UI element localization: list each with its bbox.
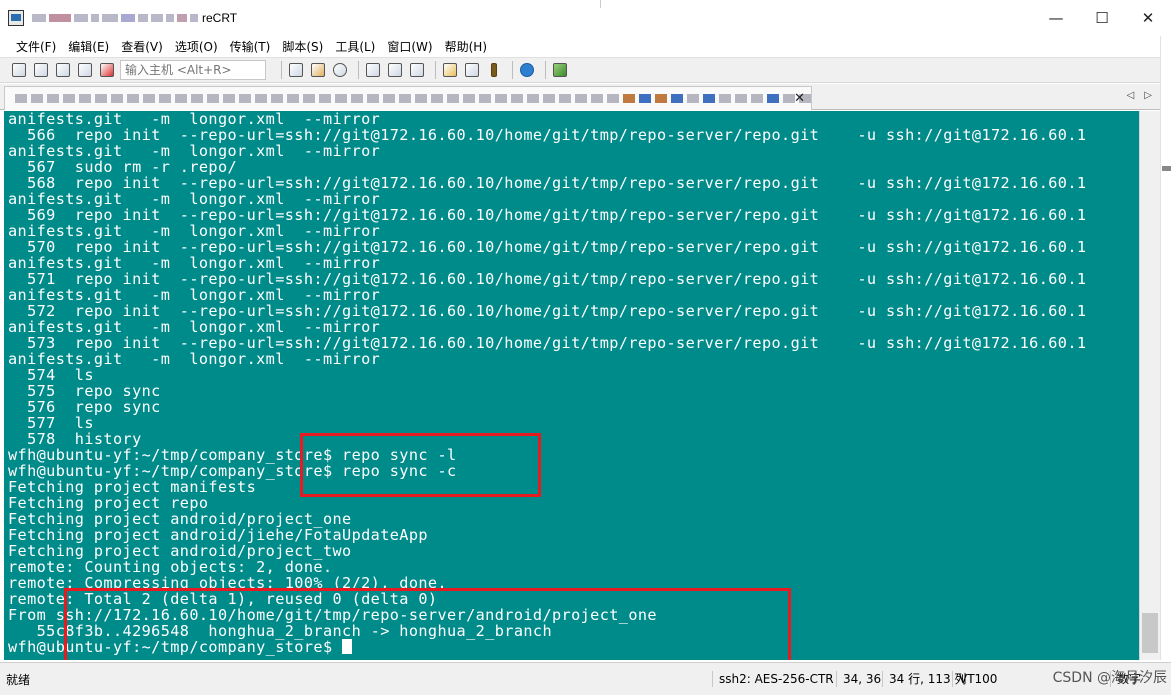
print-setup-icon[interactable]	[386, 61, 404, 79]
terminal-line: 572 repo init --repo-url=ssh://git@172.1…	[8, 302, 1087, 320]
terminal-line: 574 ls	[8, 366, 94, 384]
reconnect-icon[interactable]	[54, 61, 72, 79]
tab-close-icon[interactable]: ✕	[794, 91, 805, 106]
highlight-box-repo-sync	[300, 433, 541, 497]
keymap-icon[interactable]	[485, 61, 503, 79]
help-icon[interactable]	[518, 61, 536, 79]
menu-help[interactable]: 帮助(H)	[439, 38, 493, 55]
terminal-line: Fetching project android/project_two	[8, 542, 352, 560]
session-tab[interactable]: ✕	[4, 86, 812, 110]
toolbar-separator	[281, 61, 282, 79]
paste-icon[interactable]	[309, 61, 327, 79]
terminal-line: remote: Counting objects: 2, done.	[8, 558, 333, 576]
close-button[interactable]: ✕	[1125, 0, 1171, 36]
tab-scroll-arrows: ◁ ▷	[1127, 90, 1152, 101]
status-encryption: ssh2: AES-256-CTR	[712, 671, 834, 687]
status-terminal-type: VT100	[952, 671, 997, 687]
tab-title-redacted	[15, 94, 811, 103]
status-cursor-position: 34, 36	[836, 671, 881, 687]
terminal-line: wfh@ubuntu-yf:~/tmp/company_store$ repo …	[8, 446, 457, 464]
minimize-button[interactable]: —	[1033, 0, 1079, 36]
toolbar-separator	[358, 61, 359, 79]
title-redacted	[32, 14, 198, 22]
background-window-strip	[1160, 36, 1171, 660]
sftp-icon[interactable]	[551, 61, 569, 79]
terminal-scrollbar[interactable]	[1139, 111, 1160, 660]
host-input[interactable]	[120, 60, 266, 80]
window-title: reCRT	[202, 11, 238, 25]
terminal-line: Fetching project android/jiehe/FotaUpdat…	[8, 526, 428, 544]
window-controls: — ☐ ✕	[1033, 0, 1171, 36]
terminal-line: anifests.git -m longor.xml --mirror	[8, 142, 381, 160]
terminal-screen[interactable]: anifests.git -m longor.xml --mirror 566 …	[4, 111, 1139, 660]
terminal-line: 578 history	[8, 430, 142, 448]
session-options-icon[interactable]	[441, 61, 459, 79]
terminal-line: 571 repo init --repo-url=ssh://git@172.1…	[8, 270, 1087, 288]
title-divider	[600, 0, 601, 8]
terminal-line: 570 repo init --repo-url=ssh://git@172.1…	[8, 238, 1087, 256]
menu-edit[interactable]: 编辑(E)	[62, 38, 115, 55]
terminal-line: 567 sudo rm -r .repo/	[8, 158, 238, 176]
terminal-line: 568 repo init --repo-url=ssh://git@172.1…	[8, 174, 1087, 192]
background-window-fragment	[1162, 166, 1171, 171]
terminal-line: 577 ls	[8, 414, 94, 432]
quick-connect-icon[interactable]	[32, 61, 50, 79]
terminal-line: Fetching project android/project_one	[8, 510, 352, 528]
print-icon[interactable]	[364, 61, 382, 79]
status-ready: 就绪	[6, 673, 31, 687]
print-screen-icon[interactable]	[408, 61, 426, 79]
terminal-line: anifests.git -m longor.xml --mirror	[8, 318, 381, 336]
menu-tools[interactable]: 工具(L)	[329, 38, 381, 55]
terminal-line: anifests.git -m longor.xml --mirror	[8, 190, 381, 208]
menu-script[interactable]: 脚本(S)	[276, 38, 329, 55]
toolbar-separator	[512, 61, 513, 79]
terminal-line: 575 repo sync	[8, 382, 161, 400]
status-bar: 就绪 ssh2: AES-256-CTR 34, 36 34 行, 113 列 …	[0, 662, 1171, 695]
title-bar: reCRT — ☐ ✕	[0, 0, 1171, 36]
disconnect-all-icon[interactable]	[98, 61, 116, 79]
terminal-line: anifests.git -m longor.xml --mirror	[8, 254, 381, 272]
securecrt-app-icon[interactable]	[8, 10, 24, 26]
menu-view[interactable]: 查看(V)	[115, 38, 169, 55]
global-options-icon[interactable]	[463, 61, 481, 79]
menu-bar: 文件(F) 编辑(E) 查看(V) 选项(O) 传输(T) 脚本(S) 工具(L…	[0, 36, 1160, 56]
menu-options[interactable]: 选项(O)	[169, 38, 224, 55]
terminal-line: anifests.git -m longor.xml --mirror	[8, 286, 381, 304]
find-icon[interactable]	[331, 61, 349, 79]
terminal-line: anifests.git -m longor.xml --mirror	[8, 111, 381, 128]
menu-file[interactable]: 文件(F)	[10, 38, 62, 55]
menu-transfer[interactable]: 传输(T)	[224, 38, 277, 55]
maximize-button[interactable]: ☐	[1079, 0, 1125, 36]
terminal-line: wfh@ubuntu-yf:~/tmp/company_store$ repo …	[8, 462, 457, 480]
tab-bar: ✕ ◁ ▷	[0, 84, 1160, 110]
scrollbar-thumb[interactable]	[1142, 613, 1158, 653]
terminal-line: 576 repo sync	[8, 398, 161, 416]
terminal-line: 569 repo init --repo-url=ssh://git@172.1…	[8, 206, 1087, 224]
terminal-line: 573 repo init --repo-url=ssh://git@172.1…	[8, 334, 1087, 352]
menu-window[interactable]: 窗口(W)	[381, 38, 438, 55]
tab-scroll-left-icon[interactable]: ◁	[1127, 90, 1135, 101]
toolbar-separator	[435, 61, 436, 79]
tab-scroll-right-icon[interactable]: ▷	[1144, 90, 1152, 101]
terminal-line: Fetching project manifests	[8, 478, 257, 496]
copy-icon[interactable]	[287, 61, 305, 79]
terminal-output: anifests.git -m longor.xml --mirror 566 …	[4, 111, 1139, 655]
toolbar-separator	[545, 61, 546, 79]
terminal-line: anifests.git -m longor.xml --mirror	[8, 350, 381, 368]
csdn-watermark-badge: CSDN @海月汐辰	[1052, 670, 1167, 686]
terminal-line: anifests.git -m longor.xml --mirror	[8, 222, 381, 240]
terminal-line: Fetching project repo	[8, 494, 209, 512]
terminal-line: 566 repo init --repo-url=ssh://git@172.1…	[8, 126, 1087, 144]
highlight-box-fetch-result	[64, 588, 791, 660]
toolbar	[0, 57, 1160, 83]
disconnect-icon[interactable]	[76, 61, 94, 79]
connect-icon[interactable]	[10, 61, 28, 79]
